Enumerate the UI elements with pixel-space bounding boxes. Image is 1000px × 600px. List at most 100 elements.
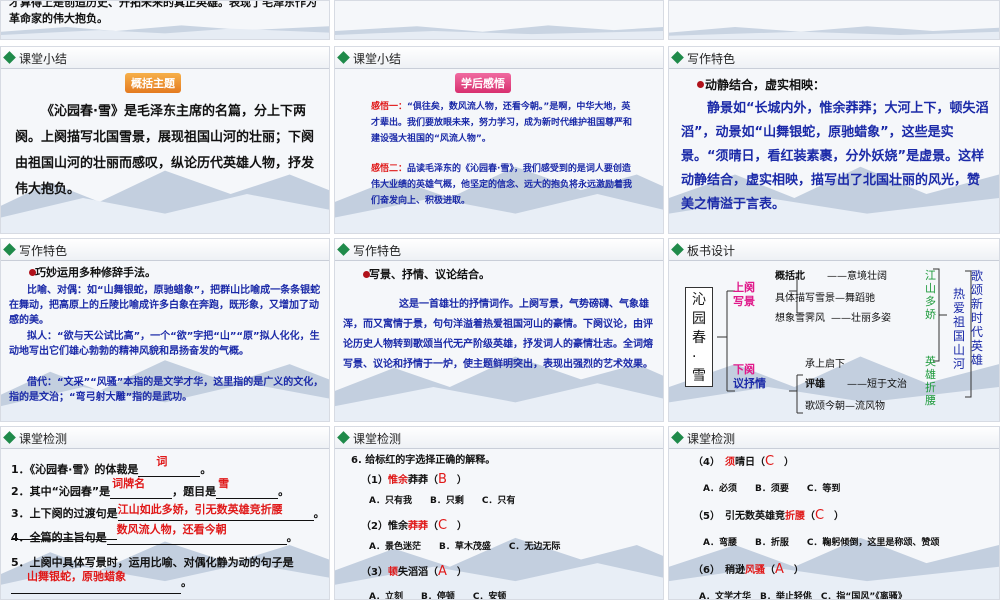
diamond-icon	[337, 243, 350, 256]
slide-header: 课堂小结	[335, 47, 663, 69]
quiz-item-6-answer: A	[774, 562, 784, 577]
upper-row-1: 概括北 ——意境壮阔	[775, 267, 887, 282]
lower-row-3-a: 歌颂今朝—流风物	[805, 401, 885, 412]
badge-reflection: 学后感悟	[455, 73, 511, 93]
upper-label-2: 写景	[733, 295, 755, 308]
slide-header: 写作特色	[1, 239, 329, 261]
lower-label-1: 下阕	[733, 363, 755, 376]
quiz-q4-text: 4．全篇的主旨句是	[11, 531, 107, 544]
rhetoric-personification: 拟人：“欲与天公试比高”，一个“欲”字把“山”“原”拟人化化，生动地写出它们雄心…	[9, 331, 320, 357]
quiz-item-2: （2）惟余莽莽（C ）	[361, 518, 468, 533]
upper-label-1: 上阕	[733, 281, 755, 294]
quiz-intro: 6. 给标红的字选择正确的解释。	[351, 455, 496, 466]
quiz-q3-blank: 江山如此多娇，引无数英雄竞折腰	[117, 503, 314, 521]
slide-header: 课堂检测	[669, 427, 999, 449]
quiz-q5: 5．上阕中具体写景时，运用比喻、对偶化静为动的句子是 山舞银蛇，原驰蜡象 。	[11, 553, 327, 594]
quiz-item-3-num: （3）	[361, 567, 388, 578]
quiz-q4: 4．全篇的主旨句是 数风流人物，还看今朝 。	[11, 523, 298, 545]
quiz-item-2-word: 惟余	[387, 521, 408, 532]
feature-heading: 动静结合，虚实相映：	[705, 78, 826, 92]
mountain-bg	[669, 26, 999, 39]
quiz-item-6: （6） 稍逊风骚（A ）	[693, 562, 804, 577]
upper-row-3-a: 想象雪霁风	[775, 313, 825, 324]
slide-summary-reflection: 课堂小结 学后感悟 感悟一：“俱往矣，数风流人物，还看今朝。”是啊，中华大地，英…	[334, 46, 664, 234]
rhetoric-metonymy: 借代：“文采”“风骚”本指的是文学才华，这里指的是广义的文化，指的是文治；“弯弓…	[9, 377, 324, 403]
quiz-item-2-options: A．景色迷茫 B．草木茂盛 C．无边无际	[369, 542, 561, 552]
quiz-q3: 3．上下阕的过渡句是 江山如此多娇，引无数英雄竞折腰 。	[11, 503, 325, 521]
combination-paragraph: 这是一首雄壮的抒情词作。上阕写景，气势磅礴、气象雄浑，而又寓情于景，句句洋溢着热…	[343, 299, 653, 370]
slide-top-mid	[334, 0, 664, 40]
slide-top-left: 才算得上是创造历史、开拓未来的真正英雄。表现了毛泽东作为革命家的伟大抱负。	[0, 0, 330, 40]
slide-feature-combination: 写作特色 写景、抒情、议论结合。 这是一首雄壮的抒情词作。上阕写景，气势磅礴、气…	[334, 238, 664, 422]
slide-quiz-1: 课堂检测 1．《沁园春·雪》的体裁是词 。 2．其中“沁园春”是 词牌名 ，题目是…	[0, 426, 330, 600]
reflection-two-text: 品读毛泽东的《沁园春·雪》，我们感受到的是词人要创造伟大业绩的英雄气概，他坚定的…	[371, 164, 633, 206]
quiz-q4-blank: 数风流人物，还看今朝	[106, 523, 287, 545]
poem-title-box: 沁园春·雪	[685, 287, 713, 387]
slide-title: 写作特色	[19, 244, 68, 258]
upper-side-label: 江山多娇	[925, 269, 936, 321]
quiz-q4-answer: 数风流人物，还看今朝	[116, 523, 227, 536]
slide-header: 课堂检测	[1, 427, 329, 449]
quiz-item-5: （5） 引无数英雄竞折腰（C ）	[693, 508, 845, 523]
quiz-item-1-word: 惟余	[387, 475, 408, 486]
reflection-two: 感悟二：品读毛泽东的《沁园春·雪》，我们感受到的是词人要创造伟大业绩的英雄气概，…	[371, 161, 633, 209]
diamond-icon	[3, 431, 16, 444]
diamond-icon	[337, 51, 350, 64]
upper-row-3-b: ——壮丽多姿	[831, 313, 891, 324]
reflection-one-text: “俱往矣，数风流人物，还看今朝。”是啊，中华大地，英才辈出。我们要放眼未来，努力…	[371, 102, 633, 144]
quiz-item-5-answer: C	[814, 508, 825, 523]
diamond-icon	[671, 243, 684, 256]
quiz-item-6-num: （6）	[693, 565, 715, 576]
quiz-item-4-options: A．必须 B．须要 C．等到	[703, 484, 841, 494]
upper-row-2-a: 具体描写雪景—舞蹈驰	[775, 293, 875, 304]
quiz-q5-blank: 山舞银蛇，原驰蜡象	[11, 570, 181, 594]
quiz-item-4-word: 须	[724, 457, 735, 468]
slide-header: 课堂小结	[1, 47, 329, 69]
quiz-item-6-pre: 稍逊	[724, 565, 745, 576]
quiz-item-1-rest: 莽莽	[407, 475, 428, 486]
quiz-q1-blank: 词	[138, 455, 201, 477]
quiz-item-3: （3）顿失滔滔（A ）	[361, 564, 467, 579]
quiz-item-5-num: （5）	[693, 511, 715, 522]
slide-feature-rhetoric: 写作特色 巧妙运用多种修辞手法。 比喻、对偶：如“山舞银蛇，原驰蜡象”，把群山比…	[0, 238, 330, 422]
quiz-item-2-answer: C	[437, 518, 448, 533]
lower-side-label: 英雄折腰	[925, 355, 936, 407]
diamond-icon	[3, 51, 16, 64]
upper-row-3: 想象雪霁风 ——壮丽多姿	[775, 309, 891, 324]
diamond-icon	[337, 431, 350, 444]
quiz-q2-text2: ，题目是	[172, 485, 217, 498]
quiz-q2-answer2: 雪	[218, 477, 230, 490]
quiz-item-3-answer: A	[437, 564, 447, 579]
slide-title: 板书设计	[687, 244, 736, 258]
lower-label-2: 议抒情	[733, 377, 766, 390]
slide-title: 写作特色	[687, 52, 736, 66]
quiz-item-5-pre: 引无数英雄竞	[724, 511, 785, 522]
slide-quiz-2: 课堂检测 6. 给标红的字选择正确的解释。 （1）惟余莽莽（B ） A．只有我 …	[334, 426, 664, 600]
right-column-love: 热爱祖国山河	[953, 287, 966, 371]
summary-paragraph: 《沁园春·雪》是毛泽东主席的名篇，分上下两阕。上阕描写北国雪景，展现祖国山河的壮…	[15, 104, 315, 197]
slide-header: 写作特色	[669, 47, 999, 69]
quiz-q2: 2．其中“沁园春”是 词牌名 ，题目是雪 。	[11, 477, 290, 499]
quiz-item-1-answer: B	[437, 472, 447, 487]
slide-header: 写作特色	[335, 239, 663, 261]
diamond-icon	[3, 243, 16, 256]
reflection-two-label: 感悟二：	[371, 164, 408, 174]
upper-row-1-a: 概括北	[775, 271, 805, 282]
reflection-one-label: 感悟一：	[371, 102, 408, 112]
slide-title: 课堂检测	[353, 432, 402, 446]
lower-row-2-a: 评雄	[805, 379, 825, 390]
diamond-icon	[671, 431, 684, 444]
mountain-bg	[335, 25, 663, 39]
quiz-q5-answer: 山舞银蛇，原驰蜡象	[27, 570, 126, 583]
feature-paragraph: 静景如“长城内外，惟余莽莽；大河上下，顿失滔滔”，动景如“山舞银蛇，原驰蜡象”，…	[681, 101, 989, 212]
quiz-item-5-options: A．弯腰 B．折服 C．鞠躬倾倒，这里是称颂、赞颂	[703, 538, 940, 548]
slide-feature-motion: 写作特色 动静结合，虚实相映： 静景如“长城内外，惟余莽莽；大河上下，顿失滔滔”…	[668, 46, 1000, 234]
lower-section-label: 下阕 议抒情	[733, 363, 766, 391]
lower-row-2-b: ——短于文治	[847, 379, 907, 390]
quiz-item-6-options: A．文学才华 B．举止轻佻 C．指“国风”《离骚》	[699, 592, 907, 600]
badge-theme: 概括主题	[125, 73, 181, 93]
quiz-q2-answer: 词牌名	[112, 477, 146, 490]
quiz-item-1: （1）惟余莽莽（B ）	[361, 472, 467, 487]
quiz-q2-text: 2．其中“沁园春”是	[11, 485, 111, 498]
quiz-item-3-word: 顿	[387, 567, 398, 578]
